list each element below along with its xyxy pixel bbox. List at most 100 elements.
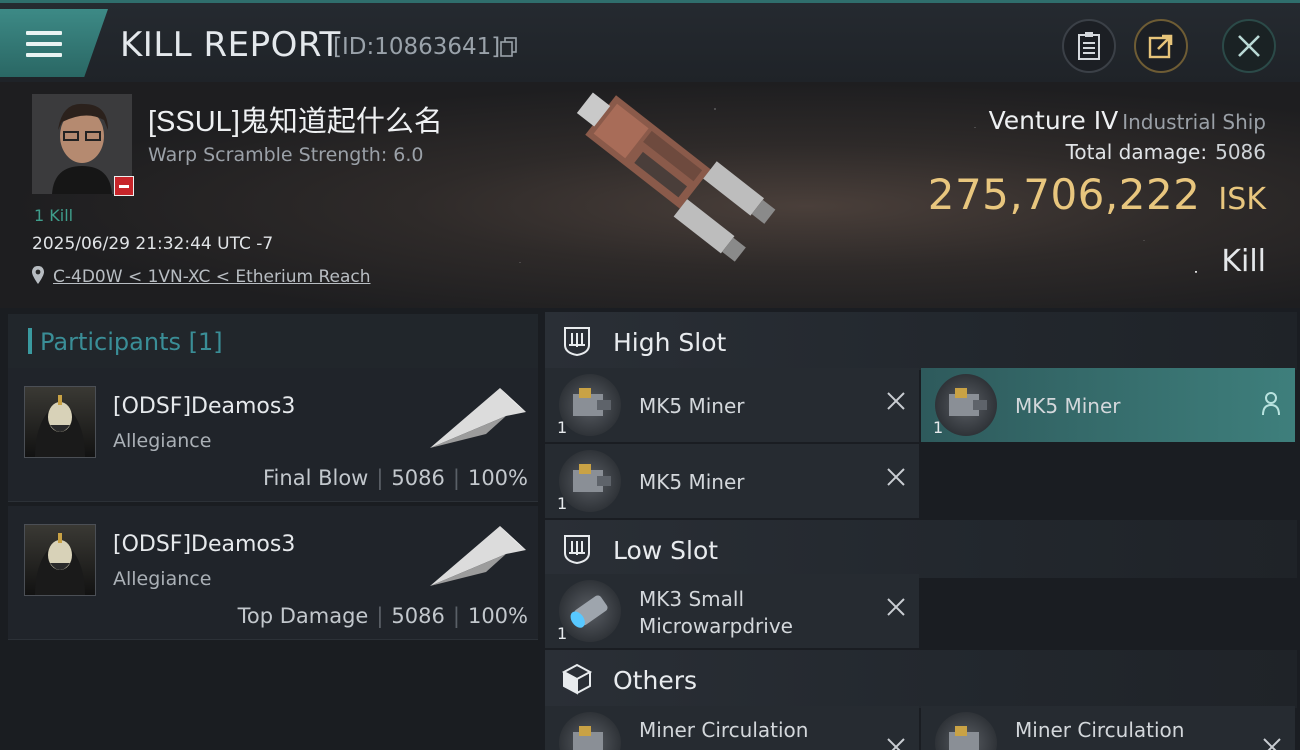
isk-value: 275,706,222 ISK <box>928 170 1266 219</box>
divider: | <box>376 604 384 628</box>
destroyed-icon <box>887 598 905 616</box>
result-label: Kill <box>1221 244 1266 279</box>
module-item[interactable]: 1 MK5 Miner <box>545 368 919 442</box>
masked-pilot-icon <box>35 395 85 457</box>
participant-role: Final Blow <box>263 466 369 490</box>
participant-portrait[interactable] <box>24 524 96 596</box>
module-name: MK5 Miner <box>1015 394 1121 418</box>
document-button[interactable] <box>1062 19 1116 73</box>
module-quantity: 1 <box>557 624 568 643</box>
copy-icon[interactable] <box>500 37 518 57</box>
fitting-panel: High Slot 1 MK5 Miner 1 MK5 Miner 1 MK5 … <box>545 308 1300 750</box>
kill-timestamp: 2025/06/29 21:32:44 UTC -7 <box>32 234 274 254</box>
participant-row[interactable]: [ODSF]Deamos3 Allegiance Top Damage | 5086… <box>8 506 538 640</box>
destroyed-icon <box>887 392 905 410</box>
participant-stats: Final Blow | 5086 | 100% <box>263 466 528 490</box>
victim-name[interactable]: [SSUL]鬼知道起什么名 <box>148 98 443 140</box>
low-slot-icon <box>564 535 590 565</box>
participants-header: Participants [1] <box>8 314 538 368</box>
miner-module-icon <box>559 450 621 512</box>
module-quantity: 1 <box>557 494 568 513</box>
participant-name[interactable]: [ODSF]Deamos3 <box>113 394 295 419</box>
miner-circulation-icon <box>559 712 621 750</box>
module-name-line: Microwarpdrive <box>639 614 793 638</box>
hostile-badge <box>114 176 134 196</box>
clipboard-icon <box>1078 32 1100 60</box>
miner-circulation-icon <box>935 712 997 750</box>
divider: | <box>376 466 384 490</box>
participant-name[interactable]: [ODSF]Deamos3 <box>113 532 295 557</box>
top-bar: KILL REPORT [ID:10863641] <box>0 0 1300 82</box>
module-name: Miner Circulation <box>639 718 809 742</box>
share-icon <box>1148 34 1173 59</box>
header-accent <box>28 328 32 354</box>
participants-label: Participants <box>40 328 181 356</box>
masked-pilot-icon <box>35 533 85 595</box>
participants-count: [1] <box>188 328 223 356</box>
participant-row[interactable]: [ODSF]Deamos3 Allegiance Final Blow | 5086… <box>8 368 538 502</box>
participants-panel: Participants [1] [ODSF]Deamos3 Allegianc… <box>0 308 540 750</box>
module-item[interactable]: 1 MK5 Miner <box>545 444 919 518</box>
module-name: Miner Circulation <box>1015 718 1185 742</box>
victim-ship-name[interactable]: Venture IV Industrial Ship <box>989 106 1266 135</box>
total-damage-value: 5086 <box>1215 140 1266 164</box>
module-item-dropped[interactable]: 1 MK5 Miner <box>921 368 1295 442</box>
report-id: [ID:10863641] <box>333 34 501 60</box>
total-damage: Total damage: 5086 <box>1066 140 1266 164</box>
module-item[interactable]: Miner Circulation <box>921 706 1295 750</box>
kill-count: 1 Kill <box>34 206 74 225</box>
participant-corp: Allegiance <box>113 568 212 590</box>
page-title: KILL REPORT <box>120 25 341 65</box>
share-button[interactable] <box>1134 19 1188 73</box>
ship-name: Venture IV <box>988 106 1119 135</box>
divider: | <box>452 604 460 628</box>
high-slot-header: High Slot <box>545 312 1297 370</box>
divider: | <box>452 466 460 490</box>
high-slot-icon <box>564 327 590 357</box>
participant-portrait[interactable] <box>24 386 96 458</box>
total-damage-label: Total damage: <box>1065 140 1208 164</box>
low-slot-label: Low Slot <box>613 536 719 565</box>
victim-ship-image <box>576 92 776 262</box>
isk-amount: 275,706,222 <box>927 170 1201 219</box>
participant-stats: Top Damage | 5086 | 100% <box>238 604 528 628</box>
microwarpdrive-icon <box>559 580 621 642</box>
others-header: Others <box>545 650 1297 708</box>
module-item[interactable]: Miner Circulation <box>545 706 919 750</box>
module-name: MK3 Small Microwarpdrive <box>639 586 793 640</box>
attacker-ship-icon <box>430 526 526 586</box>
module-name: MK5 Miner <box>639 394 745 418</box>
miner-module-icon <box>935 374 997 436</box>
low-slot-header: Low Slot <box>545 520 1297 578</box>
participant-percent: 100% <box>467 466 528 490</box>
close-button[interactable] <box>1222 19 1276 73</box>
person-icon <box>1262 392 1280 416</box>
participant-damage: 5086 <box>391 604 445 628</box>
attacker-ship-icon <box>430 388 526 448</box>
victim-panel: [SSUL]鬼知道起什么名 Warp Scramble Strength: 6.… <box>0 82 1300 308</box>
module-quantity: 1 <box>557 418 568 437</box>
destroyed-icon <box>1263 738 1281 750</box>
participant-damage: 5086 <box>391 466 445 490</box>
module-name: MK5 Miner <box>639 470 745 494</box>
ship-class: Industrial Ship <box>1122 110 1266 134</box>
module-name-line: MK3 Small <box>639 587 744 611</box>
module-quantity: 1 <box>933 418 944 437</box>
menu-button[interactable] <box>0 9 108 77</box>
participant-corp: Allegiance <box>113 430 212 452</box>
module-item[interactable]: 1 MK3 Small Microwarpdrive <box>545 574 919 648</box>
participant-percent: 100% <box>467 604 528 628</box>
hamburger-icon <box>26 31 62 64</box>
destroyed-icon <box>887 468 905 486</box>
high-slot-label: High Slot <box>613 328 727 357</box>
destroyed-icon <box>887 738 905 750</box>
location-link[interactable]: C-4D0W < 1VN-XC < Etherium Reach <box>53 267 371 287</box>
cube-icon <box>561 663 593 695</box>
isk-unit: ISK <box>1218 182 1266 217</box>
location-pin-icon <box>32 266 44 284</box>
others-label: Others <box>613 666 698 695</box>
participants-title: Participants [1] <box>40 328 223 356</box>
warp-scramble-strength: Warp Scramble Strength: 6.0 <box>148 144 424 166</box>
close-icon <box>1238 35 1260 57</box>
participant-role: Top Damage <box>237 604 369 628</box>
